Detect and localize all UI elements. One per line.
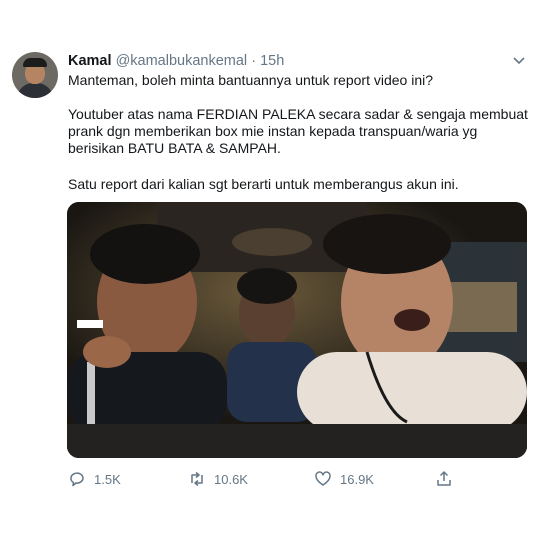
avatar-body [17, 83, 53, 98]
reply-button[interactable]: 1.5K [68, 468, 121, 490]
like-button[interactable]: 16.9K [314, 468, 374, 490]
reply-count: 1.5K [94, 471, 121, 487]
author-avatar[interactable] [12, 52, 58, 98]
tweet-video[interactable] [67, 202, 527, 458]
share-button[interactable] [435, 468, 461, 490]
tweet-text-paragraph2: Youtuber atas nama FERDIAN PALEKA secara… [68, 106, 528, 156]
chevron-down-icon[interactable] [512, 56, 526, 66]
share-icon [437, 471, 451, 486]
author-name[interactable]: Kamal [68, 53, 112, 69]
retweet-icon [191, 471, 203, 487]
tweet-text-paragraph3: Satu report dari kalian sgt berarti untu… [68, 176, 459, 192]
like-icon [315, 471, 331, 486]
avatar-cap [23, 58, 47, 67]
reply-icon [70, 472, 84, 487]
like-count: 16.9K [340, 471, 374, 487]
separator-dot: · [251, 53, 257, 69]
retweet-count: 10.6K [214, 471, 248, 487]
tweet-card[interactable]: Kamal @kamalbukankemal · 15h Manteman, b… [0, 0, 540, 540]
video-thumbnail [67, 202, 527, 458]
author-handle[interactable]: @kamalbukankemal [116, 53, 248, 69]
tweet-header: Kamal @kamalbukankemal · 15h [68, 52, 284, 70]
retweet-button[interactable]: 10.6K [188, 468, 248, 490]
tweet-actions: 1.5K 10.6K 16.9K [0, 468, 540, 492]
tweet-time[interactable]: 15h [260, 53, 284, 69]
tweet-text-line1: Manteman, boleh minta bantuannya untuk r… [68, 72, 434, 88]
